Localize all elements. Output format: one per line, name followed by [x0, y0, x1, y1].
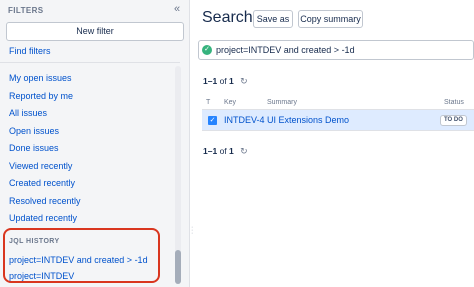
filter-item-all-issues[interactable]: All issues: [9, 107, 81, 125]
find-filters-link[interactable]: Find filters: [9, 46, 51, 56]
jql-search-input[interactable]: ✓ project=INTDEV and created > -1d: [198, 40, 474, 60]
sidebar-scrollbar-thumb[interactable]: [175, 250, 181, 284]
page-title: Search: [202, 9, 253, 26]
filter-list: My open issues Reported by me All issues…: [9, 72, 81, 230]
refresh-icon[interactable]: ↻: [240, 146, 248, 157]
jql-history-item[interactable]: project=INTDEV and created > -1d: [9, 255, 148, 265]
results-of-label: of: [219, 146, 227, 156]
copy-summary-button[interactable]: Copy summary: [298, 10, 363, 28]
save-as-button[interactable]: Save as: [253, 10, 293, 28]
column-header-type[interactable]: T: [206, 99, 210, 106]
issue-summary-link[interactable]: UI Extensions Demo: [267, 115, 349, 125]
search-main-panel: Search Save as Copy summary ✓ project=IN…: [191, 0, 474, 287]
filter-item-done-issues[interactable]: Done issues: [9, 142, 81, 160]
jql-history-item[interactable]: project=INTDEV: [9, 271, 74, 281]
column-header-status[interactable]: Status: [444, 99, 464, 106]
results-range: 1–1: [203, 146, 218, 156]
table-row[interactable]: ✓ INTDEV-4 UI Extensions Demo TO DO: [202, 110, 474, 131]
collapse-sidebar-icon[interactable]: «: [170, 2, 184, 16]
filter-item-created-recently[interactable]: Created recently: [9, 177, 81, 195]
column-header-key[interactable]: Key: [224, 99, 236, 106]
jql-query-text[interactable]: project=INTDEV and created > -1d: [216, 45, 355, 55]
column-header-summary[interactable]: Summary: [267, 99, 297, 106]
results-total: 1: [229, 146, 234, 156]
status-badge[interactable]: TO DO: [440, 115, 467, 126]
filter-item-resolved-recently[interactable]: Resolved recently: [9, 195, 81, 213]
issue-key-link[interactable]: INTDEV-4: [224, 115, 265, 125]
refresh-icon[interactable]: ↻: [240, 76, 248, 87]
sidebar-divider: [0, 62, 180, 63]
results-total: 1: [229, 76, 234, 86]
results-count: 1–1 of 1 ↻: [203, 76, 248, 87]
filter-item-reported-by-me[interactable]: Reported by me: [9, 90, 81, 108]
jql-history-heading: JQL HISTORY: [9, 238, 60, 245]
filters-heading: FILTERS: [8, 6, 44, 15]
results-range: 1–1: [203, 76, 218, 86]
filter-item-viewed-recently[interactable]: Viewed recently: [9, 160, 81, 178]
task-type-icon: ✓: [208, 116, 217, 125]
filter-item-my-open-issues[interactable]: My open issues: [9, 72, 81, 90]
filters-sidebar: FILTERS « New filter Find filters My ope…: [0, 0, 190, 287]
results-of-label: of: [219, 76, 227, 86]
filter-item-updated-recently[interactable]: Updated recently: [9, 212, 81, 230]
check-circle-icon: ✓: [202, 45, 212, 55]
filter-item-open-issues[interactable]: Open issues: [9, 125, 81, 143]
results-count-footer: 1–1 of 1 ↻: [203, 146, 248, 157]
new-filter-button[interactable]: New filter: [6, 22, 184, 41]
